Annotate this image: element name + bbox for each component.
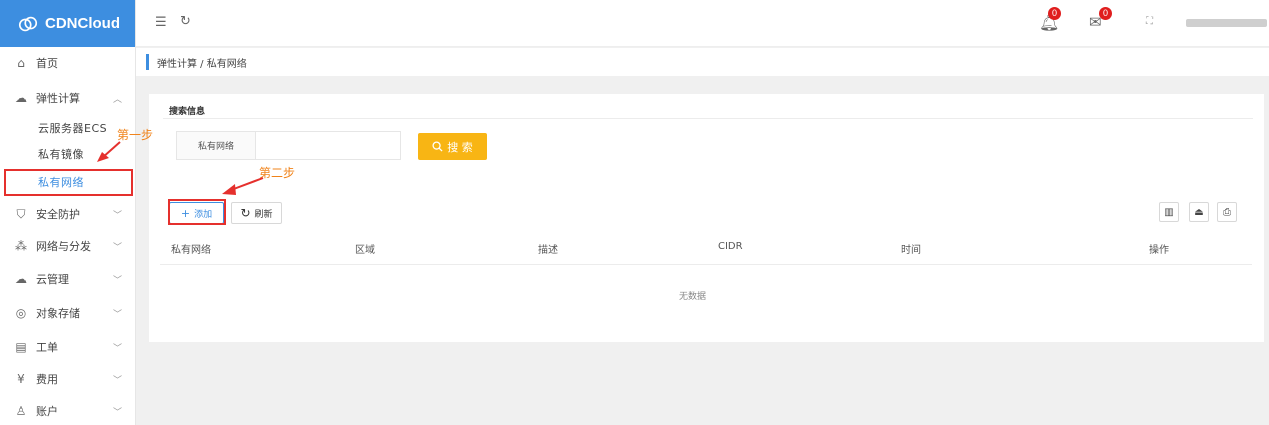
annotation-arrow-step1: [97, 141, 121, 162]
sidebar-item-ticket[interactable]: ▤ 工单 ﹀: [0, 332, 135, 362]
ticket-icon: ▤: [15, 340, 27, 354]
columns-button[interactable]: ▥: [1159, 202, 1179, 222]
fullscreen-icon[interactable]: ⛶: [1146, 16, 1153, 27]
print-button[interactable]: ⎙: [1217, 202, 1237, 222]
sidebar-item-label: 安全防护: [36, 208, 80, 221]
sidebar-item-label: 账户: [36, 405, 58, 418]
empty-state: 无数据: [679, 292, 707, 302]
sidebar-item-home[interactable]: ⌂ 首页: [0, 48, 135, 78]
app-logo[interactable]: CDNCloud: [0, 0, 135, 47]
chevron-down-icon: ﹀: [113, 344, 123, 354]
refresh-button[interactable]: ↻ 刷新: [231, 202, 282, 224]
sidebar-item-label: 云管理: [36, 273, 69, 286]
sidebar-item-label: 弹性计算: [36, 92, 80, 105]
divider: [163, 118, 1253, 119]
top-bar: ☰ ↻ 🔔︎ 0 ✉ 0 ⛶: [136, 0, 1269, 47]
sidebar: CDNCloud ⌂ 首页 ☁ 弹性计算 ︿ 云服务器ECS 私有镜像 私有网络…: [0, 0, 136, 425]
annotation-arrow-step2: [222, 177, 264, 195]
chevron-down-icon: ﹀: [113, 243, 123, 253]
home-icon: ⌂: [17, 56, 25, 70]
export-button[interactable]: ⏏: [1189, 202, 1209, 222]
sidebar-item-elastic-compute[interactable]: ☁ 弹性计算 ︿: [0, 83, 135, 113]
search-button-label: 搜 索: [447, 140, 473, 154]
menu-collapse-icon[interactable]: ☰: [155, 15, 167, 30]
content-card: 搜索信息 私有网络 搜 索 + 添加 ↻ 刷新 ▥ ⏏ ⎙ 私有网络 区域 描述…: [149, 94, 1264, 342]
sidebar-item-label: 对象存储: [36, 307, 80, 320]
private-network-search-field: 私有网络: [176, 131, 401, 160]
export-icon: ⏏: [1194, 206, 1204, 218]
cloud-logo-icon: [18, 16, 38, 31]
sidebar-item-billing[interactable]: ¥ 费用 ﹀: [0, 364, 135, 394]
sidebar-item-object-storage[interactable]: ◎ 对象存储 ﹀: [0, 298, 135, 328]
refresh-icon: ↻: [240, 206, 251, 220]
sidebar-item-cloud-manage[interactable]: ☁ 云管理 ﹀: [0, 264, 135, 294]
field-label: 私有网络: [177, 132, 256, 159]
search-section-title: 搜索信息: [169, 107, 206, 117]
chevron-down-icon: ﹀: [113, 408, 123, 418]
network-icon: ⁂: [15, 239, 27, 253]
sidebar-item-label: 首页: [36, 57, 58, 70]
chevron-down-icon: ﹀: [113, 310, 123, 320]
user-name-redacted[interactable]: [1186, 19, 1267, 27]
sidebar-item-label: 网络与分发: [36, 240, 91, 253]
table-header-divider: [160, 264, 1252, 265]
refresh-icon[interactable]: ↻: [180, 14, 191, 29]
sidebar-item-label: 费用: [36, 373, 58, 386]
user-icon: ♙: [15, 404, 27, 418]
storage-icon: ◎: [15, 306, 27, 320]
column-header-region[interactable]: 区域: [355, 241, 375, 256]
columns-icon: ▥: [1164, 206, 1174, 218]
search-button[interactable]: 搜 索: [418, 133, 487, 160]
yen-icon: ¥: [17, 372, 25, 386]
chevron-down-icon: ﹀: [113, 276, 123, 286]
column-header-description[interactable]: 描述: [538, 241, 558, 256]
highlight-box-add-button: [168, 199, 226, 225]
private-network-input[interactable]: [256, 132, 400, 159]
cloud-compute-icon: ☁: [15, 91, 27, 105]
chevron-down-icon: ﹀: [113, 376, 123, 386]
refresh-button-label: 刷新: [254, 209, 273, 220]
column-header-actions[interactable]: 操作: [1149, 241, 1169, 256]
breadcrumb: 弹性计算 / 私有网络: [136, 48, 1269, 76]
highlight-box-private-network: [4, 169, 133, 196]
cloud-manage-icon: ☁: [15, 272, 27, 286]
shield-icon: ⛉: [16, 206, 26, 221]
column-header-cidr[interactable]: CIDR: [718, 241, 743, 252]
sidebar-item-security[interactable]: ⛉ 安全防护 ﹀: [0, 199, 135, 229]
sidebar-item-network[interactable]: ⁂ 网络与分发 ﹀: [0, 231, 135, 261]
column-header-private-network[interactable]: 私有网络: [171, 241, 211, 256]
column-header-time[interactable]: 时间: [901, 241, 921, 256]
search-icon: [432, 141, 443, 152]
print-icon: ⎙: [1223, 206, 1231, 218]
chevron-up-icon: ︿: [113, 95, 123, 105]
breadcrumb-marker: [146, 54, 149, 70]
sidebar-item-label: 工单: [36, 341, 58, 354]
message-badge: 0: [1099, 7, 1112, 20]
breadcrumb-text: 弹性计算 / 私有网络: [157, 58, 247, 70]
app-name: CDNCloud: [45, 15, 120, 32]
chevron-down-icon: ﹀: [113, 211, 123, 221]
sidebar-item-account[interactable]: ♙ 账户 ﹀: [0, 396, 135, 425]
notification-badge: 0: [1048, 7, 1061, 20]
